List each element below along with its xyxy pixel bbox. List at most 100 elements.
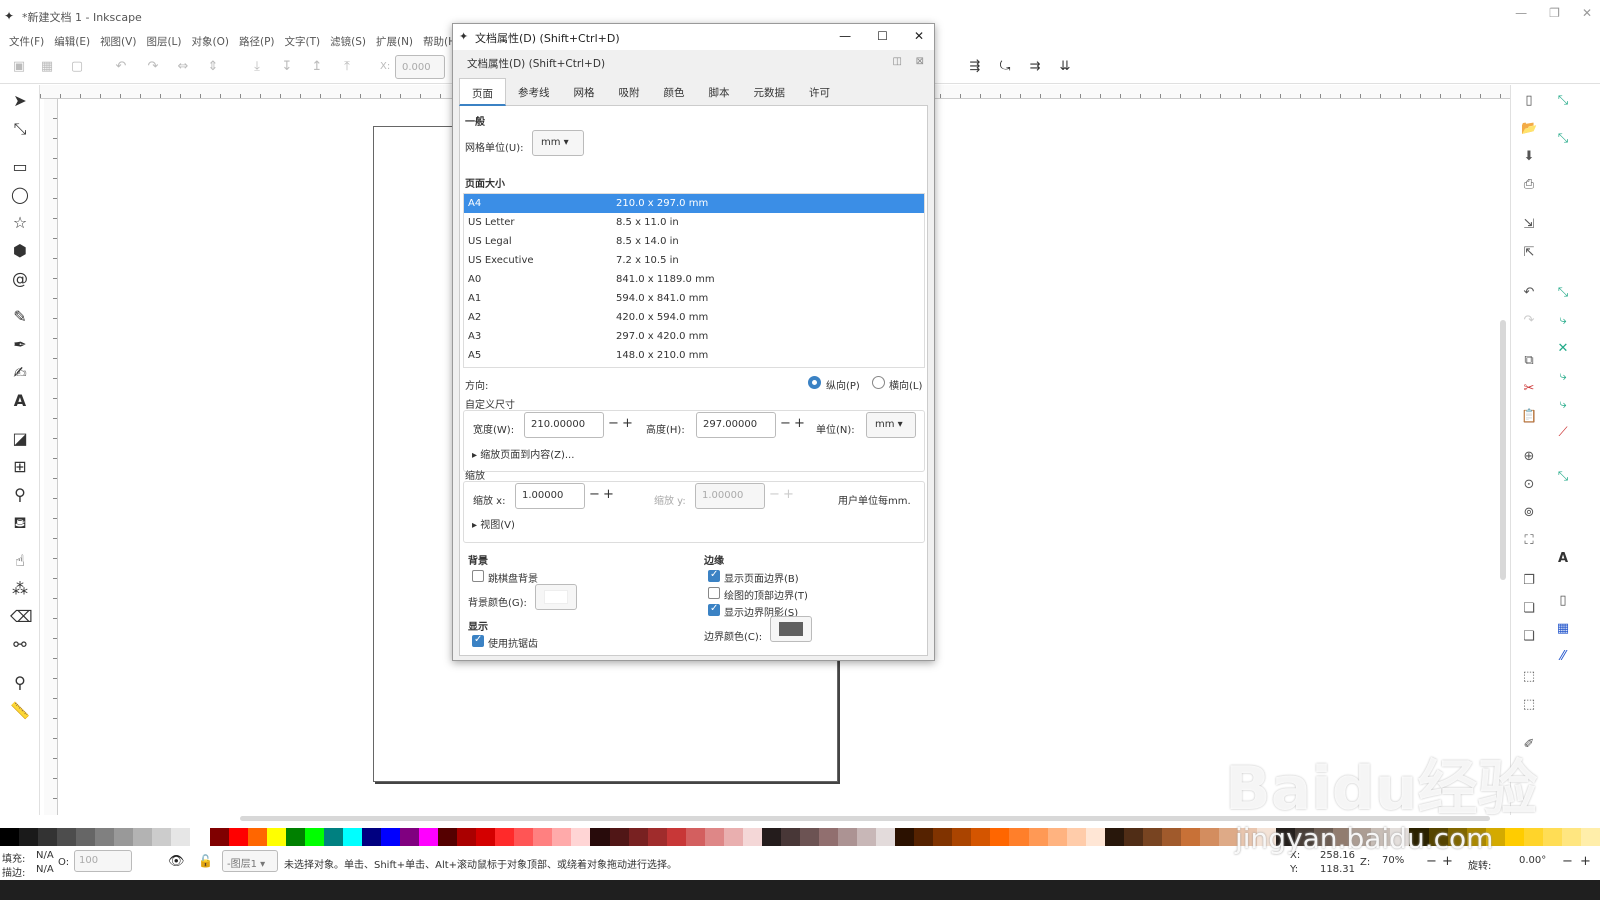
- palette-swatch[interactable]: [438, 828, 458, 846]
- redo-icon[interactable]: ↷: [1521, 313, 1537, 329]
- tab-scripting[interactable]: 脚本: [697, 78, 742, 106]
- panel-pin-icon[interactable]: ◫: [893, 56, 902, 67]
- maximize-icon[interactable]: ☐: [877, 29, 888, 43]
- calligraphy-tool-icon[interactable]: ✍: [10, 363, 30, 383]
- print-icon[interactable]: ⎙: [1521, 177, 1537, 193]
- palette-swatch[interactable]: [457, 828, 477, 846]
- layer-visibility-icon[interactable]: 👁: [168, 854, 185, 869]
- palette-swatch[interactable]: [190, 828, 210, 846]
- palette-swatch[interactable]: [228, 828, 248, 846]
- palette-swatch[interactable]: [1142, 828, 1162, 846]
- snap-midpoints-icon[interactable]: ⤷: [1555, 397, 1571, 413]
- flip-vertical-icon[interactable]: ⇕: [206, 60, 220, 74]
- ungroup-icon[interactable]: ⬚: [1521, 697, 1537, 713]
- paint-bucket-tool-icon[interactable]: ⛾: [10, 513, 30, 533]
- group-icon[interactable]: ⬚: [1521, 669, 1537, 685]
- width-decrement-button[interactable]: −: [608, 416, 619, 431]
- copy-icon[interactable]: ⧉: [1521, 353, 1537, 369]
- checkerboard-checkbox[interactable]: [472, 570, 484, 582]
- undo-icon[interactable]: ↶: [1521, 285, 1537, 301]
- select-all-icon[interactable]: ▣: [12, 60, 26, 74]
- palette-swatch[interactable]: [1123, 828, 1143, 846]
- close-icon[interactable]: ✕: [914, 29, 924, 43]
- dropper-tool-icon[interactable]: ⚲: [10, 485, 30, 505]
- palette-swatch[interactable]: [380, 828, 400, 846]
- rotate-ccw-icon[interactable]: ↶: [114, 60, 128, 74]
- width-increment-button[interactable]: +: [622, 416, 633, 431]
- palette-swatch[interactable]: [876, 828, 896, 846]
- palette-swatch[interactable]: [304, 828, 324, 846]
- zoom-in-button[interactable]: +: [1442, 854, 1453, 869]
- palette-swatch[interactable]: [1504, 828, 1524, 846]
- palette-swatch[interactable]: [971, 828, 991, 846]
- units-select[interactable]: mm ▾: [866, 412, 916, 438]
- spray-tool-icon[interactable]: ⁂: [10, 579, 30, 599]
- import-icon[interactable]: ⇲: [1521, 217, 1537, 233]
- snap-others-icon[interactable]: ⤡: [1555, 469, 1571, 485]
- palette-swatch[interactable]: [819, 828, 839, 846]
- new-document-icon[interactable]: ▯: [1521, 93, 1537, 109]
- palette-swatch[interactable]: [895, 828, 915, 846]
- paste-icon[interactable]: 📋: [1521, 409, 1537, 425]
- spiral-tool-icon[interactable]: @: [10, 269, 30, 289]
- palette-swatch[interactable]: [704, 828, 724, 846]
- palette-swatch[interactable]: [76, 828, 96, 846]
- tab-grids[interactable]: 网格: [562, 78, 607, 106]
- close-icon[interactable]: ✕: [1582, 6, 1592, 20]
- rotate-increment-button[interactable]: +: [1580, 854, 1591, 869]
- palette-swatch[interactable]: [171, 828, 191, 846]
- scale-x-field[interactable]: 1.00000: [515, 483, 585, 509]
- resize-to-content-expander[interactable]: ▸ 缩放页面到内容(Z)...: [472, 446, 574, 461]
- maximize-icon[interactable]: ❐: [1549, 6, 1560, 20]
- palette-swatch[interactable]: [361, 828, 381, 846]
- select-all-layers-icon[interactable]: ▦: [40, 60, 54, 74]
- snap-rotation-center-icon[interactable]: ⟋: [1555, 425, 1571, 441]
- menu-layer[interactable]: 图层(L): [141, 30, 186, 52]
- palette-swatch[interactable]: [571, 828, 591, 846]
- palette-swatch[interactable]: [990, 828, 1010, 846]
- palette-swatch[interactable]: [1066, 828, 1086, 846]
- snap-grid-icon[interactable]: ▦: [1555, 621, 1571, 637]
- menu-path[interactable]: 路径(P): [234, 30, 280, 52]
- gradient-tool-icon[interactable]: ◪: [10, 429, 30, 449]
- palette-swatch[interactable]: [1199, 828, 1219, 846]
- snap-intersection-icon[interactable]: ✕: [1555, 341, 1571, 357]
- 3d-box-tool-icon[interactable]: ⬢: [10, 241, 30, 261]
- palette-swatch[interactable]: [1047, 828, 1067, 846]
- lower-icon[interactable]: ↧: [280, 60, 294, 74]
- height-field[interactable]: 297.00000: [696, 412, 776, 438]
- menu-object[interactable]: 对象(O): [187, 30, 234, 52]
- snap-smooth-nodes-icon[interactable]: ⤷: [1555, 369, 1571, 385]
- tab-license[interactable]: 许可: [797, 78, 842, 106]
- palette-swatch[interactable]: [685, 828, 705, 846]
- portrait-radio[interactable]: [808, 376, 821, 389]
- palette-swatch[interactable]: [1085, 828, 1105, 846]
- palette-swatch[interactable]: [209, 828, 229, 846]
- width-field[interactable]: 210.00000: [524, 412, 604, 438]
- palette-swatch[interactable]: [933, 828, 953, 846]
- zoom-drawing-icon[interactable]: ⊙: [1521, 477, 1537, 493]
- background-color-button[interactable]: [535, 584, 577, 610]
- menu-text[interactable]: 文字(T): [280, 30, 326, 52]
- list-item[interactable]: A5 148.0 x 210.0 mm: [464, 346, 924, 365]
- opacity-field[interactable]: 100: [74, 850, 132, 872]
- menu-extensions[interactable]: 扩展(N): [371, 30, 418, 52]
- palette-swatch[interactable]: [838, 828, 858, 846]
- palette-swatch[interactable]: [609, 828, 629, 846]
- border-color-button[interactable]: [770, 616, 812, 642]
- snap-bbox-icon[interactable]: ⇶: [968, 60, 982, 74]
- list-item[interactable]: A0 841.0 x 1189.0 mm: [464, 270, 924, 289]
- dialog-titlebar[interactable]: ✦ 文档属性(D) (Shift+Ctrl+D) — ☐ ✕: [453, 24, 934, 50]
- tab-snap[interactable]: 吸附: [607, 78, 652, 106]
- palette-swatch[interactable]: [742, 828, 762, 846]
- list-item[interactable]: A4 210.0 x 297.0 mm: [464, 194, 924, 213]
- list-item[interactable]: US Legal 8.5 x 14.0 in: [464, 232, 924, 251]
- menu-filters[interactable]: 滤镜(S): [325, 30, 371, 52]
- palette-swatch[interactable]: [1180, 828, 1200, 846]
- palette-swatch[interactable]: [1028, 828, 1048, 846]
- palette-swatch[interactable]: [114, 828, 134, 846]
- list-item[interactable]: US Letter 8.5 x 11.0 in: [464, 213, 924, 232]
- palette-swatch[interactable]: [0, 828, 20, 846]
- palette-swatch[interactable]: [1580, 828, 1600, 846]
- list-item[interactable]: A1 594.0 x 841.0 mm: [464, 289, 924, 308]
